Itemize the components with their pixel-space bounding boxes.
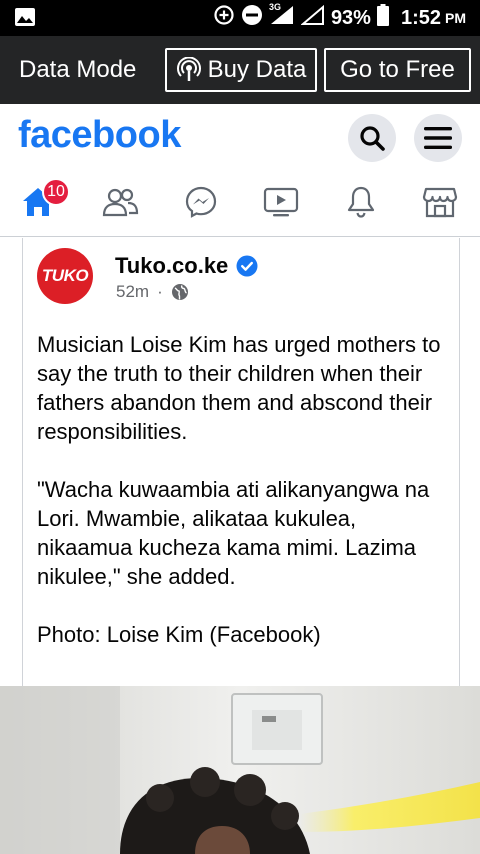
post-paragraph: "Wacha kuwaambia ati alikanyangwa na Lor… [37, 477, 430, 589]
post-body: Musician Loise Kim has urged mothers to … [37, 330, 447, 678]
post-author: Tuko.co.ke [115, 253, 258, 279]
meta-separator: · [157, 282, 163, 301]
data-saver-icon [213, 4, 235, 32]
feed-post: TUKO Tuko.co.ke 52m · Musician Loise Kim… [22, 238, 460, 698]
facebook-header: facebook [0, 104, 480, 170]
go-to-free-button[interactable]: Go to Free [324, 48, 471, 92]
tab-watch[interactable] [261, 184, 301, 220]
page-avatar[interactable]: TUKO [37, 248, 93, 304]
tab-messenger[interactable] [181, 184, 221, 220]
tab-marketplace[interactable] [420, 184, 460, 220]
tab-friends[interactable] [100, 184, 140, 220]
marketplace-icon [422, 187, 458, 218]
friends-icon [102, 188, 139, 217]
broadcast-icon [176, 57, 201, 81]
nav-tabs: 10 [0, 170, 480, 237]
post-paragraph: Musician Loise Kim has urged mothers to … [37, 332, 441, 444]
clock-ampm: PM [445, 10, 466, 26]
home-notification-badge: 10 [42, 178, 70, 206]
image-icon [14, 7, 36, 27]
page-name[interactable]: Tuko.co.ke [115, 253, 228, 279]
signal-icon: 3G [269, 2, 295, 32]
notifications-icon [347, 186, 375, 218]
search-icon [360, 126, 385, 151]
data-mode-label: Data Mode [19, 56, 137, 83]
go-to-free-label: Go to Free [340, 56, 455, 83]
messenger-icon [185, 186, 217, 218]
watch-icon [263, 187, 299, 217]
menu-button[interactable] [414, 114, 462, 162]
tab-notifications[interactable] [341, 184, 381, 220]
menu-icon [424, 127, 452, 149]
post-timestamp[interactable]: 52m [116, 282, 149, 302]
post-photo[interactable] [0, 686, 480, 854]
post-meta: 52m · [116, 282, 189, 302]
clock-time: 1:52 [400, 6, 441, 29]
data-mode-bar: Data Mode Buy Data Go to Free [0, 36, 480, 104]
buy-data-button[interactable]: Buy Data [165, 48, 317, 92]
facebook-logo[interactable]: facebook [18, 114, 181, 157]
post-photo-image [0, 686, 480, 854]
buy-data-label: Buy Data [207, 56, 307, 83]
battery-percent: 93% [330, 6, 371, 29]
post-paragraph: Photo: Loise Kim (Facebook) [37, 622, 321, 647]
globe-icon [171, 284, 188, 300]
signal-empty-icon [300, 4, 325, 32]
status-bar: 3G 93% 1:52 PM [0, 0, 480, 36]
verified-badge-icon [236, 255, 258, 277]
do-not-disturb-icon [241, 4, 263, 32]
battery-icon [376, 4, 389, 32]
search-button[interactable] [348, 114, 396, 162]
